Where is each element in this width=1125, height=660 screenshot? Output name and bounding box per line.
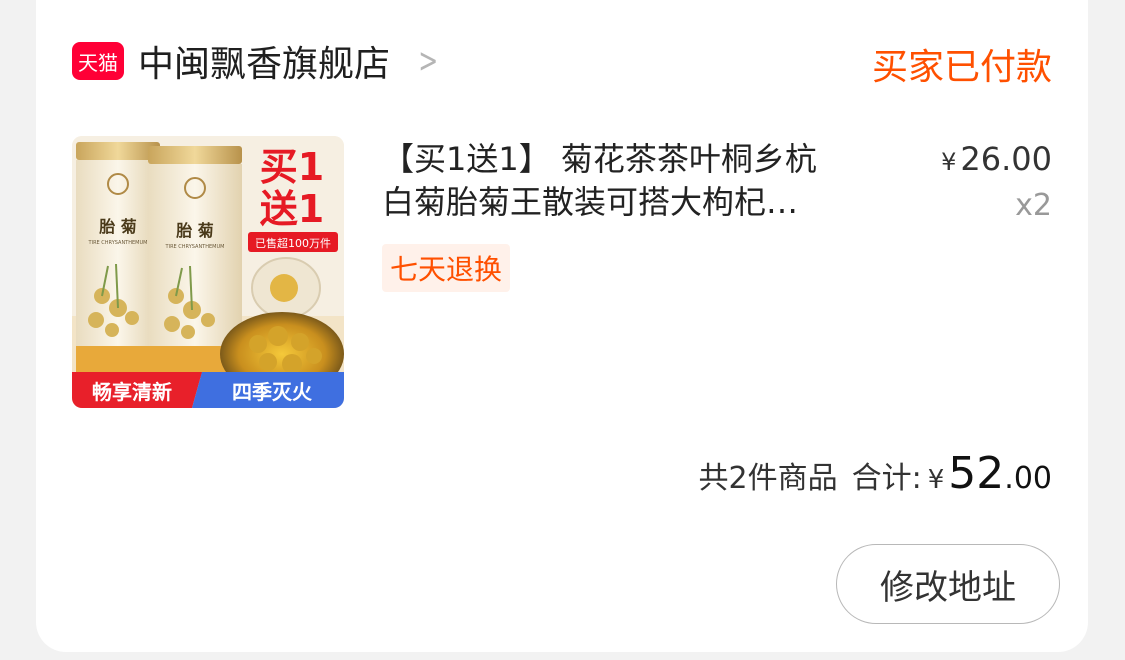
product-image[interactable]: 胎 菊 胎 菊 TIRE CHRYSANTHEMUM TIRE CHRYSANT… [72,136,344,408]
order-total: 共2件商品 合计: ¥ 52 .00 [699,448,1052,499]
modify-address-button[interactable]: 修改地址 [836,544,1060,624]
product-title-line1: 【买1送1】 菊花茶茶叶桐乡杭 [382,140,817,178]
svg-text:四季灭火: 四季灭火 [232,380,313,404]
quantity: x2 [1015,188,1052,223]
product-image-art: 胎 菊 胎 菊 TIRE CHRYSANTHEMUM TIRE CHRYSANT… [72,136,344,408]
total-integer: 52 [948,448,1005,499]
store-header[interactable]: 天猫 中闽飘香旗舰店 > [72,35,443,87]
unit-price: ¥26.00 [941,140,1052,178]
product-title[interactable]: 【买1送1】 菊花茶茶叶桐乡杭 白菊胎菊王散装可搭大枸杞… [382,138,882,224]
order-status: 买家已付款 [871,47,1052,88]
tmall-logo-icon: 天猫 [72,42,124,80]
total-decimal: .00 [1004,461,1052,496]
item-count: 共2件商品 [698,461,838,496]
product-title-line2: 白菊胎菊王散装可搭大枸杞… [382,183,799,221]
svg-text:送1: 送1 [260,187,324,231]
svg-text:TIRE CHRYSANTHEMUM: TIRE CHRYSANTHEMUM [165,244,225,250]
order-card: 天猫 中闽飘香旗舰店 > 买家已付款 胎 菊 胎 菊 TIRE CHRYSANT… [36,0,1088,652]
return-policy-tag: 七天退换 [382,244,511,292]
promo-main-text: 买1 [260,145,324,189]
svg-text:胎 菊: 胎 菊 [99,217,137,236]
svg-text:胎 菊: 胎 菊 [176,221,214,240]
total-label: 合计: [851,461,922,496]
svg-text:已售超100万件: 已售超100万件 [255,236,331,250]
currency-symbol: ¥ [941,148,957,176]
svg-text:畅享清新: 畅享清新 [92,380,172,404]
chevron-right-icon[interactable]: > [418,44,438,78]
total-currency: ¥ [927,465,945,495]
price-value: 26.00 [960,140,1052,178]
svg-text:TIRE CHRYSANTHEMUM: TIRE CHRYSANTHEMUM [88,240,148,246]
store-name[interactable]: 中闽飘香旗舰店 [138,35,390,87]
